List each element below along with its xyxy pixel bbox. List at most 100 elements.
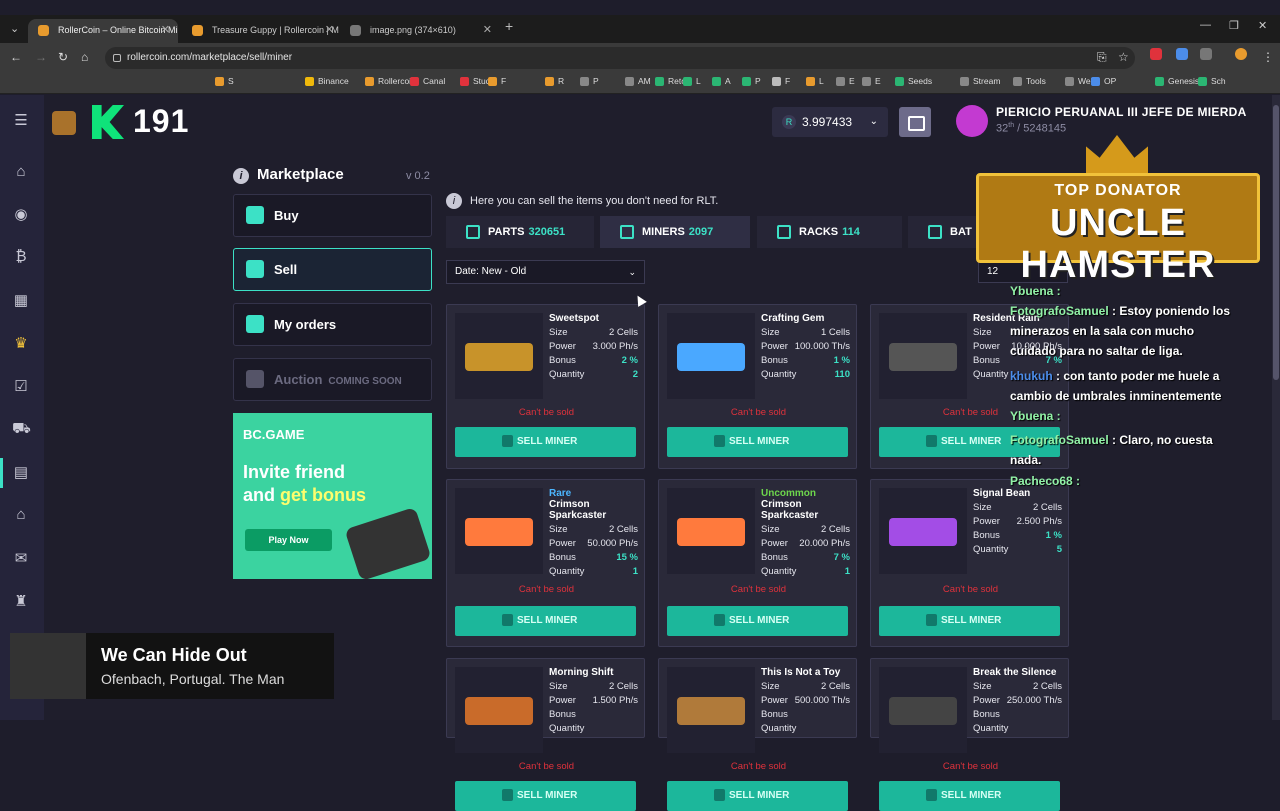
miner-card: This Is Not a Toy Size 2 Cells Power 500.000… [658, 658, 857, 811]
close-tab-icon[interactable]: ✕ [161, 19, 170, 41]
miner-name: Sweetspot [549, 313, 600, 324]
sell-miner-button[interactable]: SELL MINER [455, 781, 636, 811]
browser-menu-icon[interactable]: ⋮ [1262, 50, 1274, 64]
wallet-button[interactable] [899, 107, 931, 137]
calendar-icon[interactable]: ▦ [12, 291, 30, 309]
sell-miner-button[interactable]: SELL MINER [455, 606, 636, 636]
new-tab-button[interactable]: + [505, 18, 513, 34]
site-info-icon[interactable] [113, 54, 121, 62]
sell-miner-button[interactable]: SELL MINER [879, 606, 1060, 636]
tab-parts[interactable]: PARTS 320651 [446, 216, 594, 248]
bookmark-item[interactable]: A [712, 76, 731, 86]
tab-miners[interactable]: MINERS 2097 [600, 216, 750, 248]
bookmark-item[interactable]: E [836, 76, 855, 86]
trophy-icon[interactable]: ♜ [12, 592, 30, 610]
tab-search-icon[interactable]: ⌄ [10, 22, 19, 35]
extensions-puzzle-icon[interactable] [1200, 48, 1212, 60]
avatar[interactable] [956, 105, 988, 137]
bookmark-item[interactable]: Genesis [1155, 76, 1199, 86]
close-tab-icon[interactable]: ✕ [325, 19, 334, 41]
bookmark-item[interactable]: Seeds [895, 76, 932, 86]
gift-icon[interactable]: ✉ [12, 549, 30, 567]
tab-batteries[interactable]: BAT [908, 216, 978, 248]
sell-miner-button[interactable]: SELL MINER [455, 427, 636, 457]
miner-bonus: Bonus [761, 709, 788, 720]
extension-icon[interactable] [1176, 48, 1188, 60]
sell-miner-button[interactable]: SELL MINER [879, 781, 1060, 811]
bookmark-item[interactable]: E [862, 76, 881, 86]
tab-racks[interactable]: RACKS 114 [757, 216, 902, 248]
scrollbar[interactable] [1272, 95, 1280, 720]
profile-avatar-icon[interactable] [1235, 48, 1247, 60]
install-icon[interactable]: ⎘ [1097, 50, 1107, 65]
browser-tab[interactable]: image.png (374×610) ✕ [340, 19, 500, 43]
bookmark-item[interactable]: F [488, 76, 506, 86]
my-orders-menu-item[interactable]: My orders [233, 303, 432, 346]
tasks-icon[interactable]: ☑ [12, 377, 30, 395]
close-tab-icon[interactable]: ✕ [483, 19, 492, 41]
bookmark-item[interactable]: R [545, 76, 564, 86]
parts-icon [466, 225, 480, 239]
top-donator-overlay: TOP DONATOR UNCLE HAMSTER [976, 135, 1260, 286]
play-now-button[interactable]: Play Now [245, 529, 332, 551]
miner-size: Size 2 Cells [549, 524, 638, 535]
currency-icon[interactable]: ₿ [12, 248, 30, 265]
bookmark-item[interactable]: AM [625, 76, 651, 86]
bookmark-item[interactable]: Tools [1013, 76, 1046, 86]
bookmark-item[interactable]: Rollercoin [365, 76, 416, 86]
bookmark-item[interactable]: Binance [305, 76, 349, 86]
buy-menu-item[interactable]: Buy [233, 194, 432, 237]
game-controller-icon[interactable]: ◉ [12, 205, 30, 223]
bookmark-item[interactable]: F [772, 76, 790, 86]
scrollbar-thumb[interactable] [1273, 105, 1279, 380]
bookmark-item[interactable]: Stream [960, 76, 1000, 86]
cart-icon[interactable]: ⛟ [12, 420, 31, 437]
page-title: i Marketplace [233, 166, 344, 184]
bookmark-item[interactable]: Reto [655, 76, 686, 86]
marketplace-icon[interactable]: ▤ [12, 463, 30, 481]
miner-image [455, 313, 543, 399]
sort-select[interactable]: Date: New - Old ⌄ [446, 260, 645, 284]
hamburger-menu-icon[interactable]: ☰ [12, 111, 30, 129]
sell-miner-button[interactable]: SELL MINER [667, 427, 848, 457]
bookmark-item[interactable]: Canal [410, 76, 445, 86]
chat-message: FotografoSamuel : Estoy poniendo los min… [1010, 304, 1231, 358]
reload-icon[interactable]: ↻ [58, 50, 68, 64]
ad-headline: Invite friend and get bonus [243, 462, 367, 505]
hamster-logo-icon[interactable] [52, 111, 76, 135]
miner-bonus: Bonus 2 % [549, 355, 638, 366]
bookmark-item[interactable]: P [580, 76, 599, 86]
bookmark-star-icon[interactable]: ☆ [1118, 50, 1129, 64]
miner-card: Signal Bean Size 2 Cells Power 2.500 Ph/s Bon… [870, 479, 1069, 647]
bookmark-item[interactable]: L [806, 76, 824, 86]
close-window-button[interactable]: ✕ [1258, 19, 1267, 32]
crown-icon[interactable]: ♛ [12, 334, 30, 352]
advertisement-banner[interactable]: BC.GAME Invite friend and get bonus Play … [233, 413, 432, 579]
bookmark-item[interactable]: P [742, 76, 761, 86]
back-icon[interactable]: ← [10, 50, 22, 64]
sell-miner-button[interactable]: SELL MINER [667, 781, 848, 811]
miner-name: This Is Not a Toy [761, 667, 841, 678]
extension-icon[interactable] [1150, 48, 1162, 60]
browser-tab[interactable]: Treasure Guppy | Rollercoin | M ✕ [182, 19, 342, 43]
sell-menu-item[interactable]: Sell [233, 248, 432, 291]
chat-message: khukuh : con tanto poder me huele a camb… [1010, 369, 1222, 403]
rlt-coin-icon: R [782, 115, 796, 129]
minimize-button[interactable]: — [1200, 19, 1211, 31]
maximize-button[interactable]: ❐ [1229, 19, 1239, 32]
url-input[interactable]: rollercoin.com/marketplace/sell/miner [105, 47, 1135, 69]
bookmark-item[interactable]: OP [1091, 76, 1116, 86]
storage-icon[interactable]: ⌂ [12, 506, 30, 523]
balance-dropdown[interactable]: R 3.997433 ⌄ [772, 107, 888, 137]
bookmark-item[interactable]: L [683, 76, 701, 86]
sell-miner-button[interactable]: SELL MINER [667, 606, 848, 636]
bookmark-item[interactable]: S [215, 76, 234, 86]
miner-size: Size 1 Cells [761, 327, 850, 338]
home-icon[interactable]: ⌂ [81, 50, 88, 64]
browser-tab[interactable]: RollerCoin – Online Bitcoin Min ✕ [28, 19, 178, 43]
chat-message: FotografoSamuel : Claro, no cuesta nada. [1010, 433, 1213, 467]
forward-icon[interactable]: → [35, 50, 47, 64]
bookmark-item[interactable]: Sch [1198, 76, 1226, 86]
miner-power: Power 100.000 Th/s [761, 341, 850, 352]
home-icon[interactable]: ⌂ [12, 163, 30, 180]
